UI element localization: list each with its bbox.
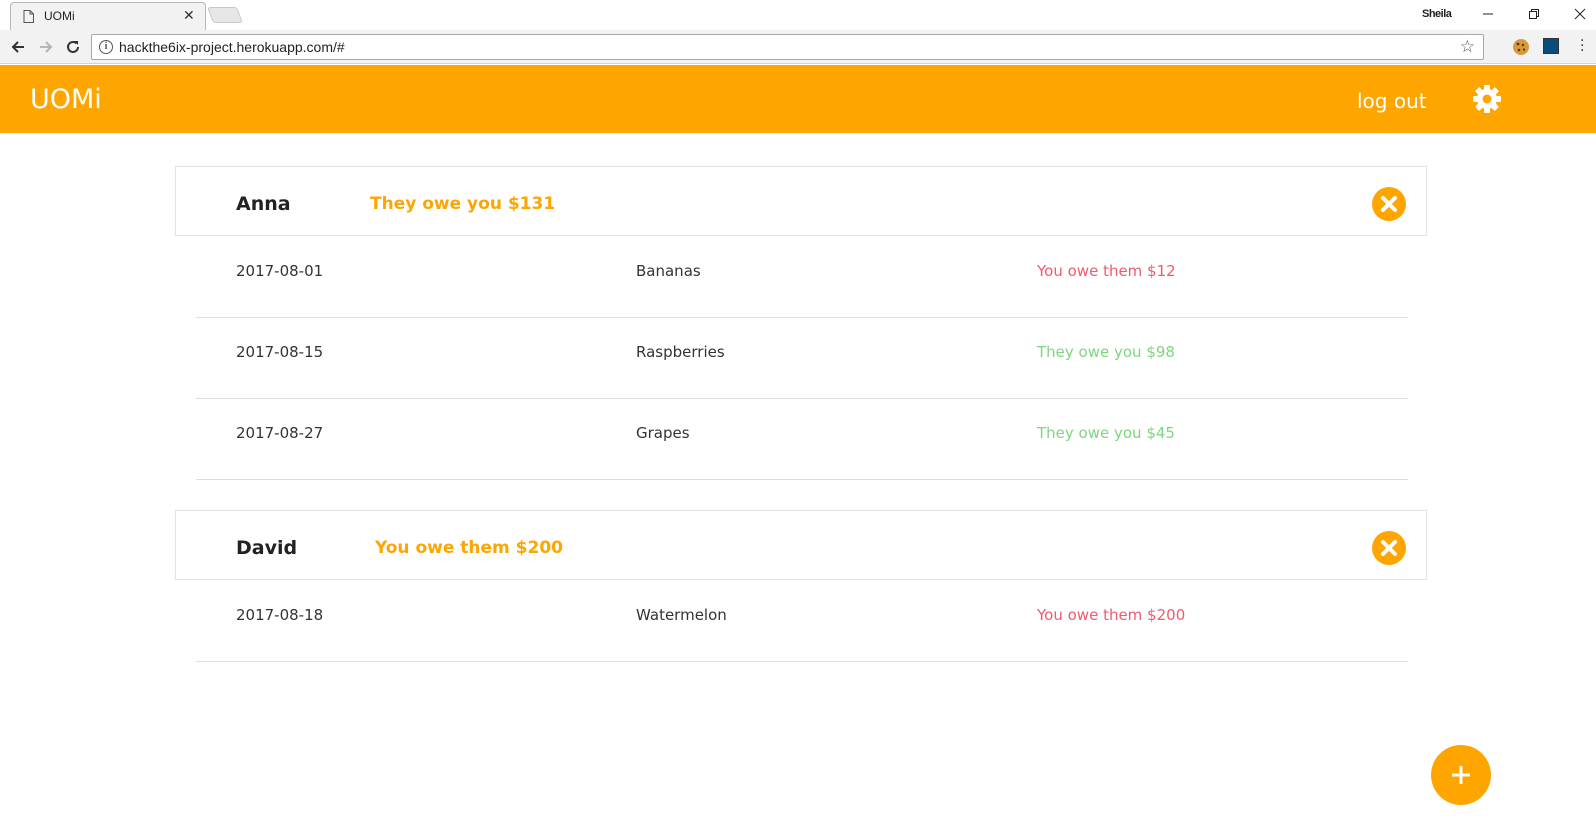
browser-toolbar: i hackthe6ix-project.herokuapp.com/# ☆: [0, 30, 1596, 64]
balance-summary: You owe them $200: [375, 538, 563, 558]
person-name: Anna: [236, 193, 291, 215]
forward-icon[interactable]: [36, 37, 56, 57]
restore-icon[interactable]: [1524, 4, 1544, 24]
app-header: UOMi log out: [0, 65, 1596, 133]
browser-tabstrip: UOMi ✕ Sheila: [0, 0, 1596, 30]
transaction-item: Raspberries: [636, 343, 725, 361]
transaction-amount: They owe you $98: [1037, 343, 1175, 361]
back-icon[interactable]: [8, 37, 28, 57]
globe-extension-icon[interactable]: [1543, 38, 1559, 54]
profile-name[interactable]: Sheila: [1422, 8, 1452, 20]
transaction-date: 2017-08-18: [236, 606, 324, 624]
close-icon: [1381, 196, 1397, 212]
transaction-date: 2017-08-27: [236, 424, 324, 442]
transaction-row[interactable]: 2017-08-18 Watermelon You owe them $200: [196, 581, 1408, 662]
cookie-extension-icon[interactable]: [1512, 38, 1530, 56]
transaction-date: 2017-08-15: [236, 343, 324, 361]
person-card[interactable]: David You owe them $200: [175, 510, 1427, 580]
app-brand[interactable]: UOMi: [30, 84, 102, 115]
tab-close-icon[interactable]: ✕: [183, 9, 195, 23]
transaction-amount: They owe you $45: [1037, 424, 1175, 442]
transaction-item: Watermelon: [636, 606, 727, 624]
plus-icon: [1452, 766, 1470, 784]
transaction-item: Bananas: [636, 262, 701, 280]
tab-title: UOMi: [44, 9, 75, 23]
add-transaction-button[interactable]: [1431, 745, 1491, 805]
close-window-icon[interactable]: [1570, 4, 1590, 24]
person-card[interactable]: Anna They owe you $131: [175, 166, 1427, 236]
address-bar[interactable]: i hackthe6ix-project.herokuapp.com/# ☆: [91, 34, 1484, 60]
transaction-row[interactable]: 2017-08-01 Bananas You owe them $12: [196, 237, 1408, 318]
browser-tab[interactable]: UOMi ✕: [10, 2, 206, 30]
transaction-row[interactable]: 2017-08-15 Raspberries They owe you $98: [196, 318, 1408, 399]
reload-icon[interactable]: [63, 37, 83, 57]
balance-summary: They owe you $131: [370, 194, 556, 214]
close-icon: [1381, 540, 1397, 556]
transaction-row[interactable]: 2017-08-27 Grapes They owe you $45: [196, 399, 1408, 480]
remove-person-button[interactable]: [1372, 531, 1406, 565]
site-info-icon[interactable]: i: [99, 40, 113, 54]
browser-menu-icon[interactable]: · · ·: [1580, 34, 1584, 58]
settings-gear-icon[interactable]: [1472, 84, 1502, 114]
person-name: David: [236, 537, 298, 559]
logout-link[interactable]: log out: [1357, 89, 1427, 113]
new-tab-button[interactable]: [207, 7, 243, 23]
page-icon: [23, 10, 34, 23]
transaction-date: 2017-08-01: [236, 262, 324, 280]
url-text[interactable]: hackthe6ix-project.herokuapp.com/#: [119, 39, 345, 55]
remove-person-button[interactable]: [1372, 187, 1406, 221]
transaction-item: Grapes: [636, 424, 690, 442]
transaction-amount: You owe them $12: [1037, 262, 1176, 280]
bookmark-star-icon[interactable]: ☆: [1460, 37, 1475, 57]
transaction-amount: You owe them $200: [1037, 606, 1186, 624]
minimize-icon[interactable]: [1478, 4, 1498, 24]
